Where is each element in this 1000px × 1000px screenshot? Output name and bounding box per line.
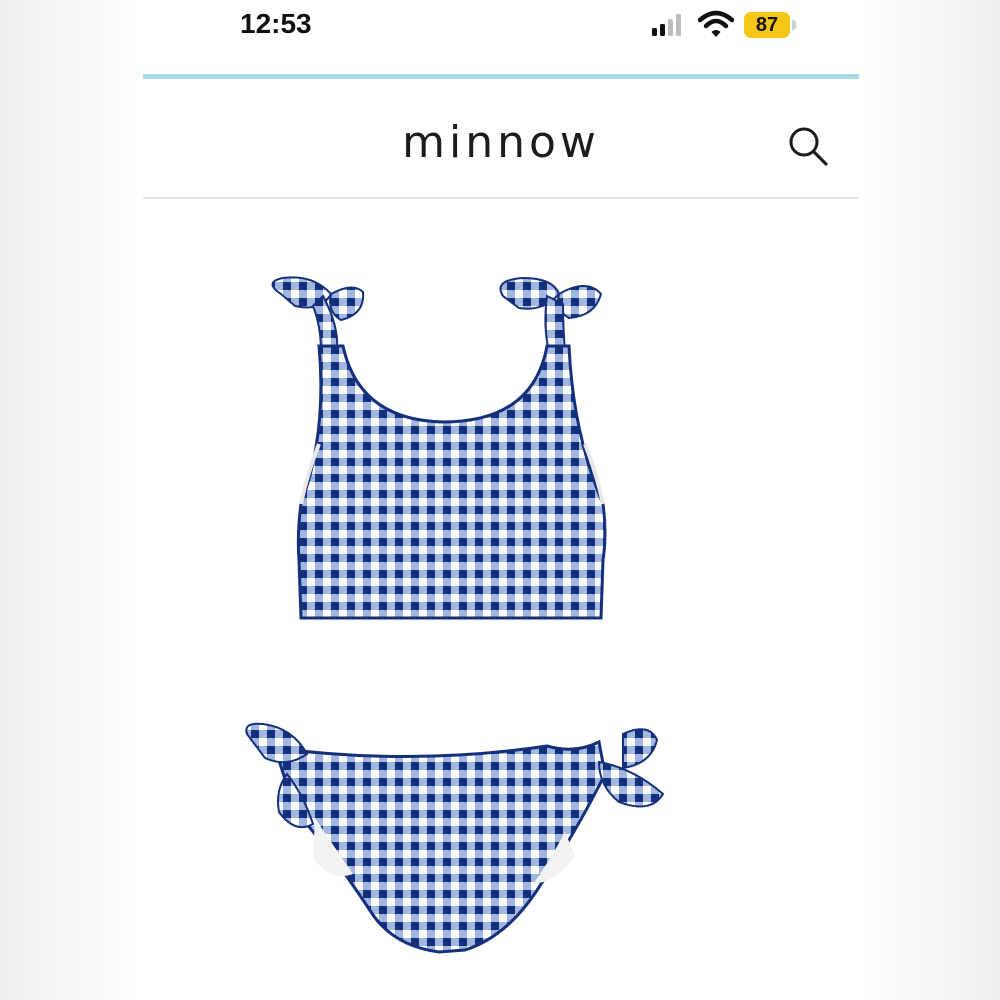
battery-level: 87: [755, 13, 779, 36]
top-left-bow: [271, 276, 365, 354]
battery-icon: 87: [744, 12, 790, 38]
status-bar: 12:53 87: [0, 0, 1000, 60]
bottom-right-bow: [597, 728, 665, 808]
gingham-bikini-image: [245, 276, 665, 954]
status-time: 12:53: [240, 8, 312, 39]
bikini-top: [296, 344, 607, 620]
wifi-icon: [698, 10, 734, 37]
app-window: minnow: [143, 74, 859, 1000]
site-header: minnow: [143, 79, 859, 199]
signal-icon: [652, 14, 681, 36]
battery-nub: [792, 20, 796, 30]
top-right-bow: [499, 276, 603, 353]
search-icon[interactable]: [785, 123, 831, 169]
brand-logo[interactable]: minnow: [143, 117, 859, 168]
